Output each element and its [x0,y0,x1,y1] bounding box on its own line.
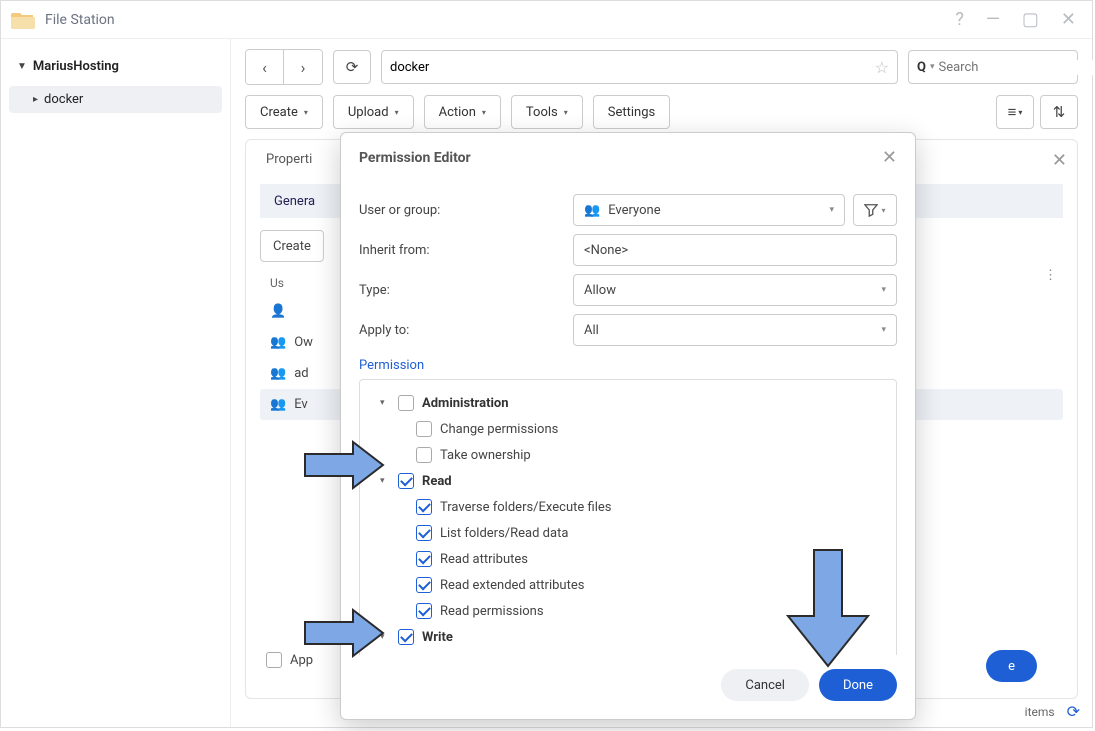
permission-tree[interactable]: ▾Administration Change permissions Take … [359,379,897,655]
user-group-select[interactable]: 👥Everyone▾ [573,194,845,226]
properties-close-icon[interactable]: ✕ [1052,150,1067,171]
favorite-icon[interactable]: ☆ [875,58,889,77]
perm-change-permissions[interactable]: Change permissions [368,416,888,442]
perm-take-ownership[interactable]: Take ownership [368,442,888,468]
perm-read[interactable]: ▾Read [368,468,888,494]
search-dropdown-icon[interactable]: ▾ [930,62,935,72]
maximize-icon[interactable]: ▢ [1016,9,1045,30]
apply-checkbox[interactable]: App [266,652,313,668]
modal-close-icon[interactable]: ✕ [882,147,897,168]
tree-child-label: docker [44,92,83,107]
create-button[interactable]: Create▾ [245,95,323,129]
list-view-button[interactable]: ≡▾ [996,95,1034,129]
properties-tab: Properti [258,140,320,179]
inherit-from-field: <None> [573,234,897,266]
tools-button[interactable]: Tools▾ [511,95,583,129]
app-title: File Station [45,12,939,28]
tree-root-label: MariusHosting [33,59,119,74]
bottom-refresh-icon[interactable]: ⟳ [1067,702,1080,721]
inherit-from-label: Inherit from: [359,243,573,258]
nav-back-button[interactable]: ‹ [246,50,284,84]
properties-save-button[interactable]: e [986,650,1037,682]
cancel-button[interactable]: Cancel [721,669,809,701]
settings-button[interactable]: Settings [593,95,670,129]
permission-editor-modal: Permission Editor ✕ User or group: 👥Ever… [340,132,916,720]
permission-section-header: Permission [359,358,897,373]
perm-administration[interactable]: ▾Administration [368,390,888,416]
path-input[interactable] [390,60,875,75]
tree-root[interactable]: ▼ MariusHosting [9,53,222,80]
items-count-label: items [1025,705,1055,719]
caret-down-icon: ▼ [17,61,27,72]
apply-to-label: Apply to: [359,323,573,338]
perm-read-permissions[interactable]: Read permissions [368,598,888,624]
sidebar: ▼ MariusHosting ▸ docker [1,39,231,727]
close-window-icon[interactable]: ✕ [1055,9,1082,30]
path-toolbar: ‹ › ⟳ ☆ Q ▾ [245,49,1078,85]
tree-child-docker[interactable]: ▸ docker [9,86,222,113]
caret-right-icon: ▸ [33,94,38,105]
type-select[interactable]: Allow▾ [573,274,897,306]
perm-list-folders[interactable]: List folders/Read data [368,520,888,546]
perm-read-ext-attributes[interactable]: Read extended attributes [368,572,888,598]
modal-title: Permission Editor [359,150,882,166]
titlebar: File Station ? — ▢ ✕ [1,1,1092,39]
perm-read-attributes[interactable]: Read attributes [368,546,888,572]
apply-to-select[interactable]: All▾ [573,314,897,346]
upload-button[interactable]: Upload▾ [333,95,414,129]
nav-forward-button[interactable]: › [284,50,322,84]
perm-traverse[interactable]: Traverse folders/Execute files [368,494,888,520]
type-label: Type: [359,283,573,298]
sort-button[interactable]: ⇅ [1040,95,1078,129]
filter-button[interactable]: ▾ [853,194,897,226]
action-button[interactable]: Action▾ [424,95,501,129]
user-group-label: User or group: [359,203,573,218]
folder-icon [11,10,35,30]
perm-write[interactable]: ▾Write [368,624,888,650]
search-input[interactable] [939,60,1095,75]
done-button[interactable]: Done [819,669,897,701]
refresh-button[interactable]: ⟳ [333,50,371,84]
action-toolbar: Create▾ Upload▾ Action▾ Tools▾ Settings … [245,95,1078,129]
help-icon[interactable]: ? [949,9,970,30]
search-icon: Q [917,60,926,75]
minimize-icon[interactable]: — [980,9,1006,30]
properties-create-button[interactable]: Create [260,230,324,262]
